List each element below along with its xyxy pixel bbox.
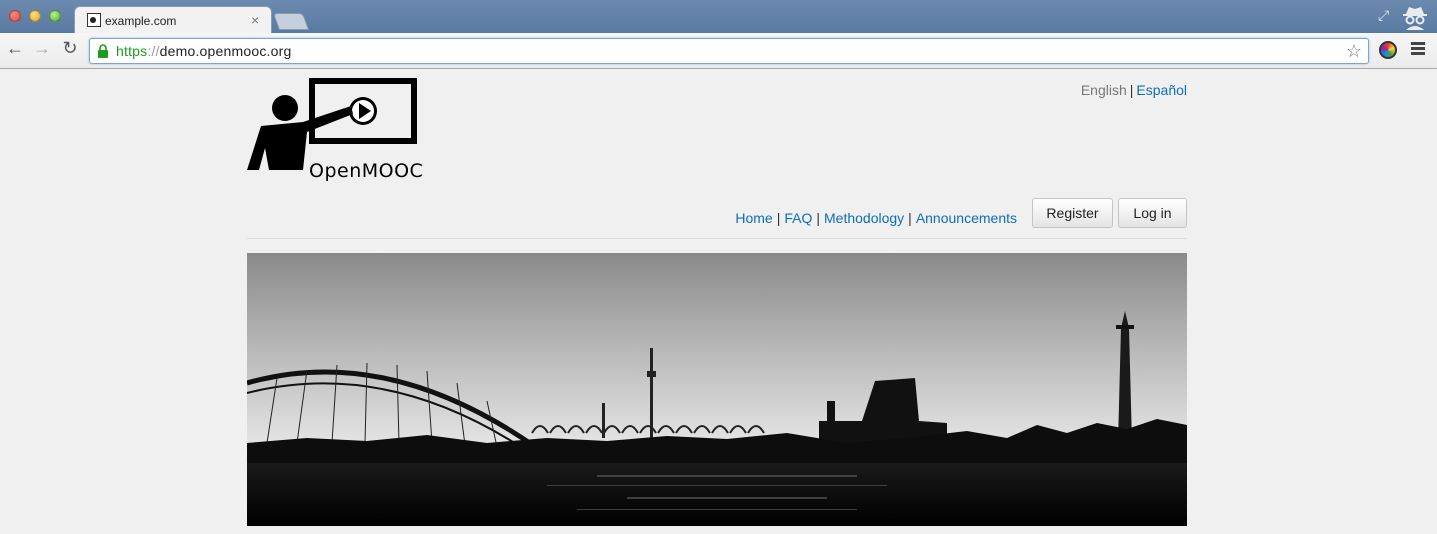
register-button[interactable]: Register (1032, 198, 1113, 228)
browser-toolbar: ← → ↻ https://demo.openmooc.org ☆ (0, 33, 1437, 69)
minimize-window-button[interactable] (29, 10, 41, 22)
url-host: demo.openmooc.org (159, 43, 292, 59)
teacher-screen-logo-icon (247, 78, 417, 170)
incognito-icon (1403, 7, 1427, 30)
url-scheme: https (116, 43, 148, 59)
fullscreen-icon[interactable]: ⤢ (1378, 7, 1389, 24)
page-container: OpenMOOC English | Español Home | FAQ | Method… (247, 70, 1187, 534)
skyline-photo (247, 253, 1187, 526)
lock-icon (98, 44, 108, 58)
nav-home-link[interactable]: Home (735, 210, 772, 226)
browser-tab[interactable]: example.com × (74, 6, 272, 34)
nav-announcements-link[interactable]: Announcements (916, 210, 1017, 226)
header-divider (247, 238, 1187, 239)
logo-text: OpenMOOC (309, 160, 424, 182)
back-icon[interactable]: ← (4, 38, 26, 59)
language-divider: | (1129, 82, 1134, 98)
browser-titlebar: example.com × ⤢ (0, 0, 1437, 34)
openmooc-logo[interactable]: OpenMOOC (247, 78, 423, 182)
favicon-icon (87, 13, 101, 27)
nav-methodology-link[interactable]: Methodology (824, 210, 904, 226)
nav-faq-link[interactable]: FAQ (784, 210, 812, 226)
hero-image (247, 253, 1187, 526)
reload-icon[interactable]: ↻ (59, 38, 81, 59)
bookmark-star-icon[interactable]: ☆ (1346, 41, 1362, 62)
new-tab-button[interactable] (272, 13, 310, 30)
nav-separator: | (816, 210, 820, 226)
language-switcher: English | Español (1081, 82, 1187, 98)
url-text: https://demo.openmooc.org (116, 43, 291, 59)
address-bar[interactable]: https://demo.openmooc.org ☆ (89, 38, 1369, 64)
forward-icon[interactable]: → (31, 38, 53, 59)
nav-separator: | (776, 210, 781, 226)
page-body: OpenMOOC English | Español Home | FAQ | Method… (0, 70, 1437, 534)
language-current: English (1080, 82, 1127, 98)
login-button[interactable]: Log in (1118, 198, 1187, 228)
zoom-window-button[interactable] (49, 10, 61, 22)
tab-title: example.com (105, 14, 177, 28)
main-navigation: Home | FAQ | Methodology | Announcements (735, 210, 1017, 226)
url-separator: :// (147, 43, 160, 59)
nav-separator: | (908, 210, 912, 226)
language-link-espanol[interactable]: Español (1136, 82, 1187, 98)
close-window-button[interactable] (9, 10, 21, 22)
extension-icon[interactable] (1379, 41, 1397, 59)
tab-close-icon[interactable]: × (251, 12, 259, 28)
menu-icon[interactable] (1411, 42, 1425, 57)
